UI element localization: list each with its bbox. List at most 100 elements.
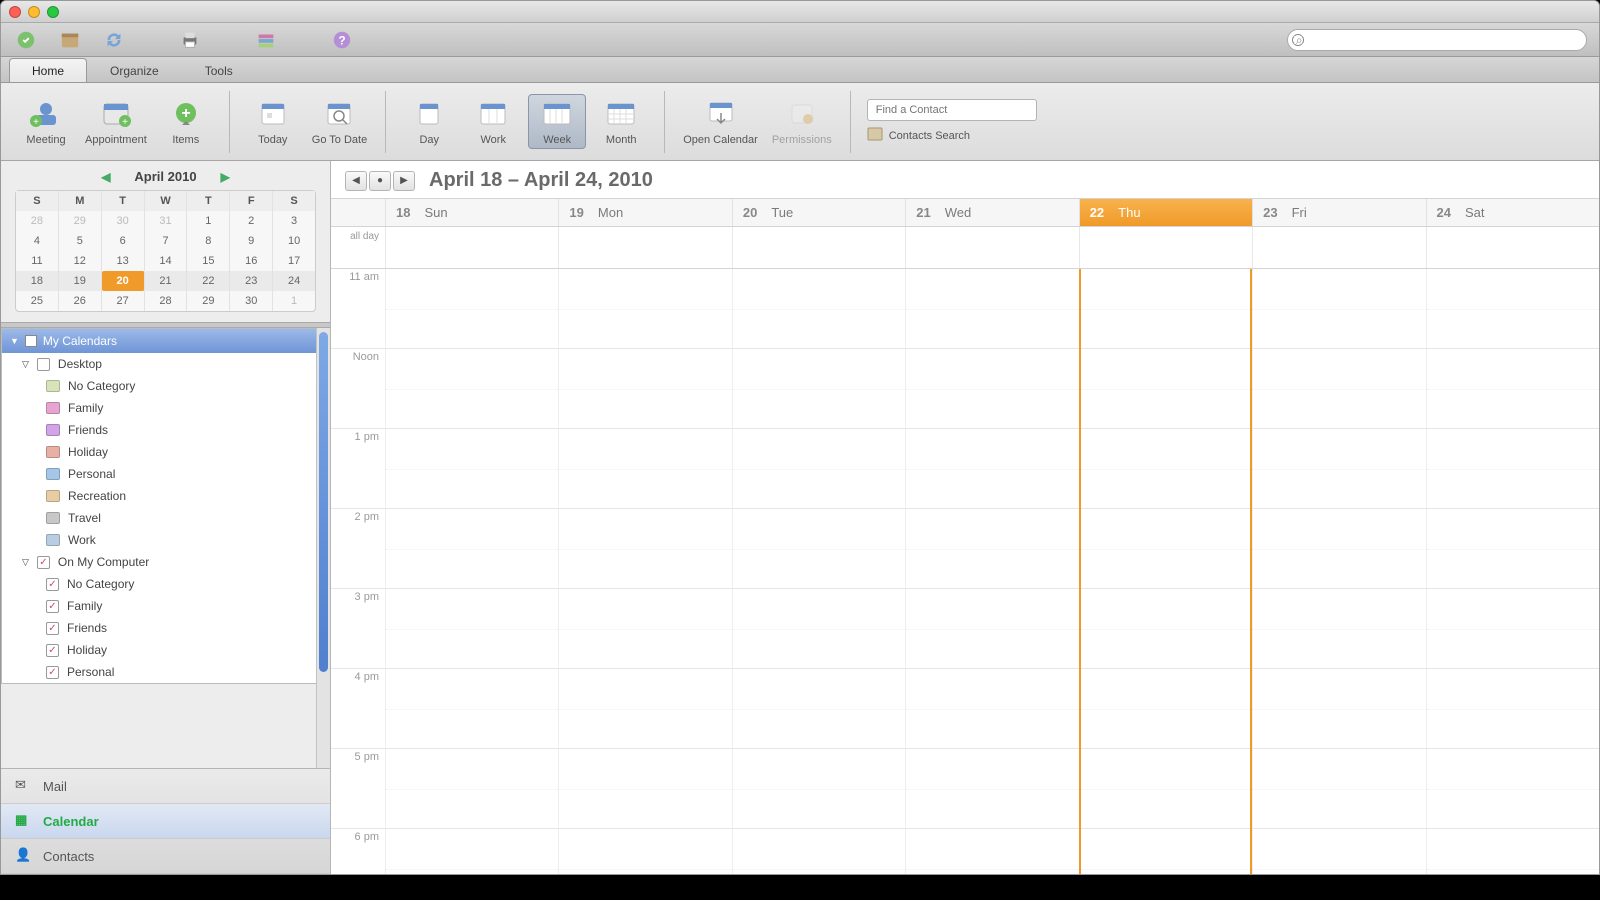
week-today-button[interactable]: ● [369, 171, 391, 191]
time-slot[interactable] [732, 349, 905, 428]
minical-day[interactable]: 24 [273, 271, 315, 291]
minimize-window-button[interactable] [28, 6, 40, 18]
minical-day[interactable]: 29 [59, 211, 102, 231]
minical-day[interactable]: 28 [145, 291, 188, 311]
minical-day[interactable]: 27 [102, 291, 145, 311]
checkbox[interactable]: ✓ [46, 644, 59, 657]
time-slot[interactable] [1252, 749, 1425, 828]
calendar-item[interactable]: ✓Personal [2, 661, 325, 683]
day-header[interactable]: 19Mon [558, 199, 731, 226]
go-to-date-button[interactable]: Go To Date [308, 95, 371, 148]
minical-day[interactable]: 6 [102, 231, 145, 251]
time-slot[interactable] [1252, 589, 1425, 668]
categories-button[interactable] [253, 27, 279, 53]
minical-day[interactable]: 30 [102, 211, 145, 231]
day-header[interactable]: 22Thu [1079, 199, 1252, 226]
minical-day[interactable]: 23 [230, 271, 273, 291]
minical-day[interactable]: 28 [16, 211, 59, 231]
time-slot[interactable] [1252, 509, 1425, 588]
time-slot[interactable] [1426, 829, 1599, 874]
minical-day[interactable]: 14 [145, 251, 188, 271]
today-button[interactable]: Today [244, 95, 302, 148]
minical-day[interactable]: 15 [187, 251, 230, 271]
allday-slot[interactable] [732, 227, 905, 268]
calendar-item[interactable]: Travel [2, 507, 325, 529]
minical-day[interactable]: 2 [230, 211, 273, 231]
allday-slot[interactable] [905, 227, 1078, 268]
allday-slot[interactable] [1426, 227, 1599, 268]
work-view-button[interactable]: Work [464, 95, 522, 148]
time-slot[interactable] [385, 429, 558, 508]
minical-day[interactable]: 20 [102, 271, 145, 291]
time-slot[interactable] [558, 429, 731, 508]
time-slot[interactable] [1426, 509, 1599, 588]
minical-day[interactable]: 21 [145, 271, 188, 291]
time-slot[interactable] [732, 429, 905, 508]
checkbox[interactable]: ✓ [46, 666, 59, 679]
nav-mail[interactable]: ✉Mail [1, 769, 330, 804]
time-slot[interactable] [558, 509, 731, 588]
time-slot[interactable] [905, 269, 1078, 348]
minical-day[interactable]: 10 [273, 231, 315, 251]
contacts-search-button[interactable]: Contacts Search [867, 127, 1037, 144]
minical-day[interactable]: 1 [187, 211, 230, 231]
week-next-button[interactable]: ▶ [393, 171, 415, 191]
time-slot[interactable] [385, 269, 558, 348]
allday-slot[interactable] [558, 227, 731, 268]
minical-day[interactable]: 29 [187, 291, 230, 311]
minical-prev-button[interactable]: ◀ [95, 170, 116, 184]
calendar-toolbar-icon[interactable] [57, 27, 83, 53]
time-slot[interactable] [558, 349, 731, 428]
time-slot[interactable] [905, 589, 1078, 668]
time-slot[interactable] [558, 269, 731, 348]
time-slot[interactable] [905, 749, 1078, 828]
meeting-button[interactable]: + Meeting [17, 95, 75, 148]
nav-calendar[interactable]: ▦Calendar [1, 804, 330, 839]
time-slot[interactable] [732, 509, 905, 588]
open-calendar-button[interactable]: Open Calendar [679, 95, 762, 148]
time-slot[interactable] [385, 829, 558, 874]
minical-day[interactable]: 8 [187, 231, 230, 251]
calendar-item[interactable]: Friends [2, 419, 325, 441]
time-slot[interactable] [1079, 829, 1252, 874]
minical-day[interactable]: 7 [145, 231, 188, 251]
time-slot[interactable] [732, 589, 905, 668]
calendar-item[interactable]: Holiday [2, 441, 325, 463]
checkbox[interactable] [37, 358, 50, 371]
allday-slot[interactable] [1252, 227, 1425, 268]
time-slot[interactable] [732, 269, 905, 348]
calendar-item[interactable]: Family [2, 397, 325, 419]
appointment-button[interactable]: + Appointment [81, 95, 151, 148]
scrollbar-thumb[interactable] [319, 332, 328, 672]
time-slot[interactable] [905, 829, 1078, 874]
calendar-item[interactable]: ✓Family [2, 595, 325, 617]
time-slot[interactable] [1426, 429, 1599, 508]
nav-contacts[interactable]: 👤Contacts [1, 839, 330, 874]
minical-day[interactable]: 16 [230, 251, 273, 271]
sync-toolbar-icon[interactable] [101, 27, 127, 53]
calendar-item[interactable]: ✓Holiday [2, 639, 325, 661]
minical-day[interactable]: 31 [145, 211, 188, 231]
time-slot[interactable] [905, 429, 1078, 508]
calendar-item[interactable]: ✓No Category [2, 573, 325, 595]
time-slot[interactable] [385, 669, 558, 748]
time-slot[interactable] [1426, 669, 1599, 748]
time-slot[interactable] [1079, 669, 1252, 748]
minical-day[interactable]: 19 [59, 271, 102, 291]
items-button[interactable]: + Items [157, 95, 215, 148]
time-slot[interactable] [1426, 749, 1599, 828]
time-slot[interactable] [385, 749, 558, 828]
calendar-group[interactable]: ▽Desktop [2, 353, 325, 375]
find-contact-input[interactable] [867, 99, 1037, 121]
time-slot[interactable] [1079, 509, 1252, 588]
calendar-item[interactable]: ✓Friends [2, 617, 325, 639]
week-prev-button[interactable]: ◀ [345, 171, 367, 191]
time-slot[interactable] [905, 669, 1078, 748]
calendar-group[interactable]: ▽✓On My Computer [2, 551, 325, 573]
time-slot[interactable] [1252, 269, 1425, 348]
toolbar-search-input[interactable] [1287, 29, 1587, 51]
checkbox[interactable]: ✓ [46, 622, 59, 635]
minical-day[interactable]: 3 [273, 211, 315, 231]
sidebar-scrollbar[interactable] [316, 328, 330, 768]
time-slot[interactable] [385, 589, 558, 668]
